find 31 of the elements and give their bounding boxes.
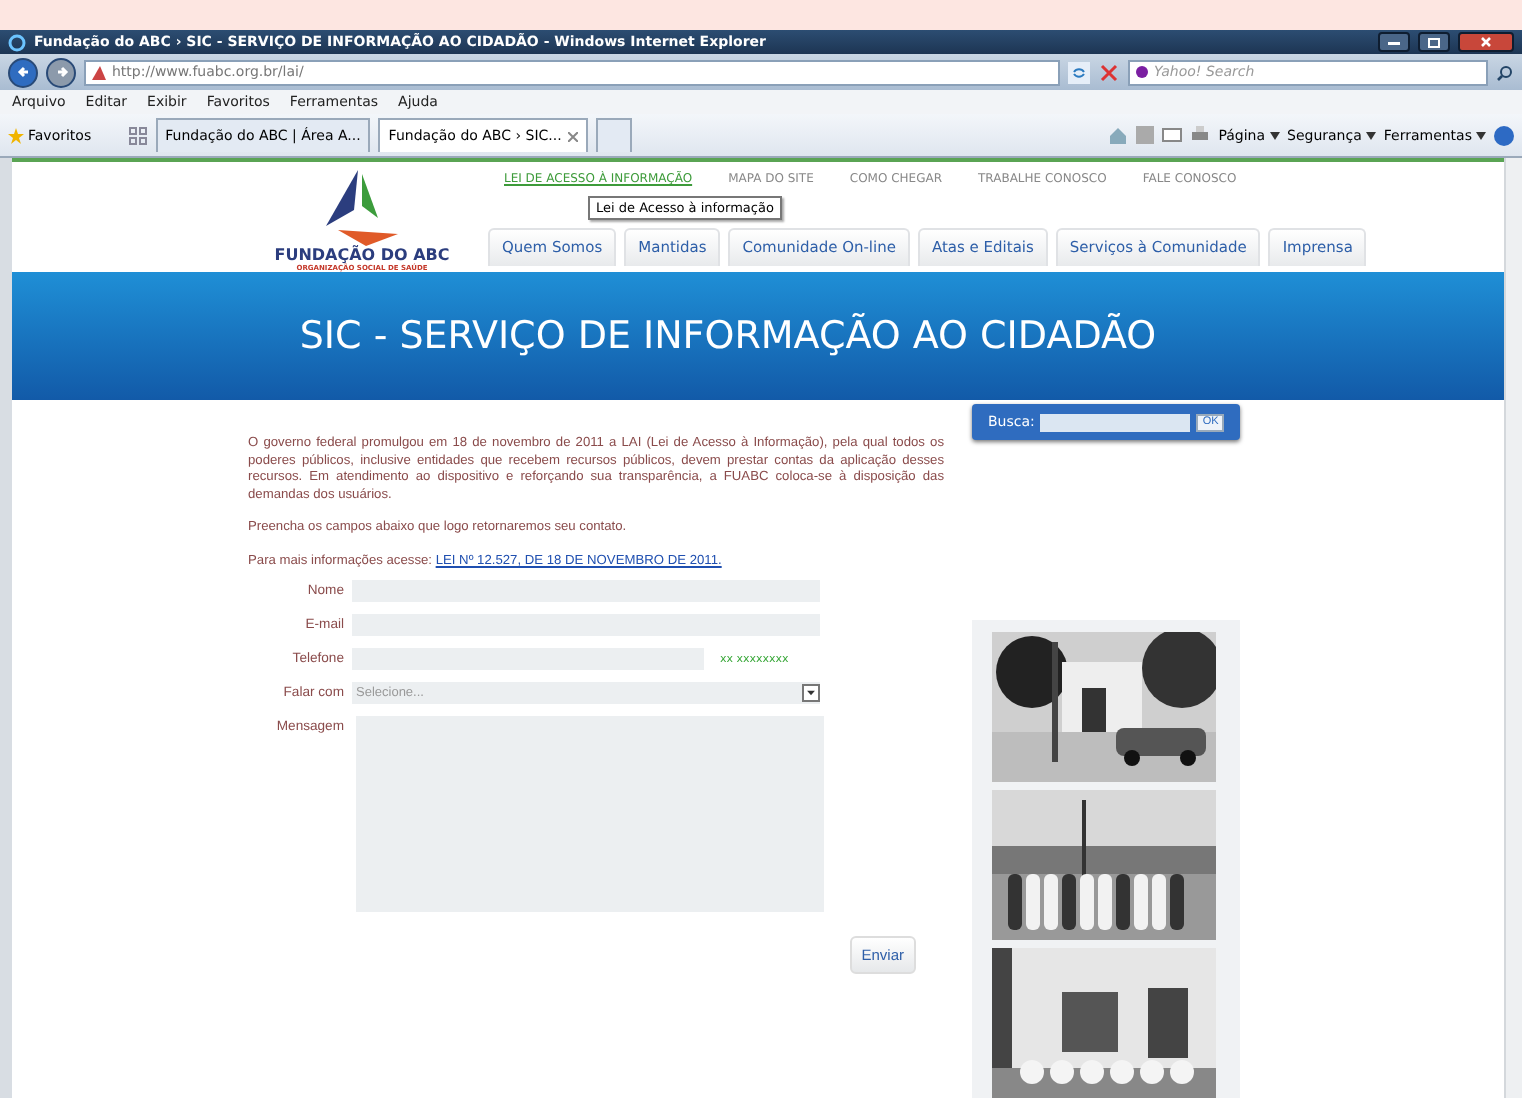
arrow-left-icon xyxy=(15,64,31,80)
caret-icon xyxy=(1476,131,1486,139)
logo-name: FUNDAÇÃO DO ABC xyxy=(274,246,450,264)
close-icon[interactable] xyxy=(1098,61,1120,83)
help-icon[interactable] xyxy=(1494,125,1514,145)
page-title: SIC - SERVIÇO DE INFORMAÇÃO AO CIDADÃO xyxy=(299,314,1159,359)
minimize-icon xyxy=(1388,38,1400,46)
caret-icon xyxy=(1365,131,1376,139)
provider-icon xyxy=(1136,66,1148,78)
caret-icon xyxy=(1269,131,1279,139)
browser-icon xyxy=(8,33,26,51)
new-tab-button[interactable] xyxy=(595,118,632,152)
arrow-right-icon xyxy=(53,64,69,80)
caret-icon xyxy=(802,684,820,702)
maximize-icon xyxy=(1428,37,1440,47)
minimize-button[interactable] xyxy=(1378,32,1410,52)
mail-icon[interactable] xyxy=(1162,128,1183,142)
site-icon xyxy=(92,65,106,79)
back-button[interactable] xyxy=(8,57,38,87)
search-icon[interactable] xyxy=(1496,63,1514,81)
star-icon xyxy=(8,127,24,143)
maximize-button[interactable] xyxy=(1418,32,1450,52)
close-button[interactable] xyxy=(1458,32,1514,52)
close-icon xyxy=(1480,36,1492,48)
close-icon[interactable] xyxy=(567,131,578,141)
forward-button[interactable] xyxy=(46,57,76,87)
refresh-icon[interactable] xyxy=(1068,61,1090,83)
search-field[interactable] xyxy=(1040,413,1191,431)
tab-grid-icon[interactable] xyxy=(127,125,148,145)
print-icon[interactable] xyxy=(1190,126,1211,144)
home-icon[interactable] xyxy=(1108,125,1129,145)
